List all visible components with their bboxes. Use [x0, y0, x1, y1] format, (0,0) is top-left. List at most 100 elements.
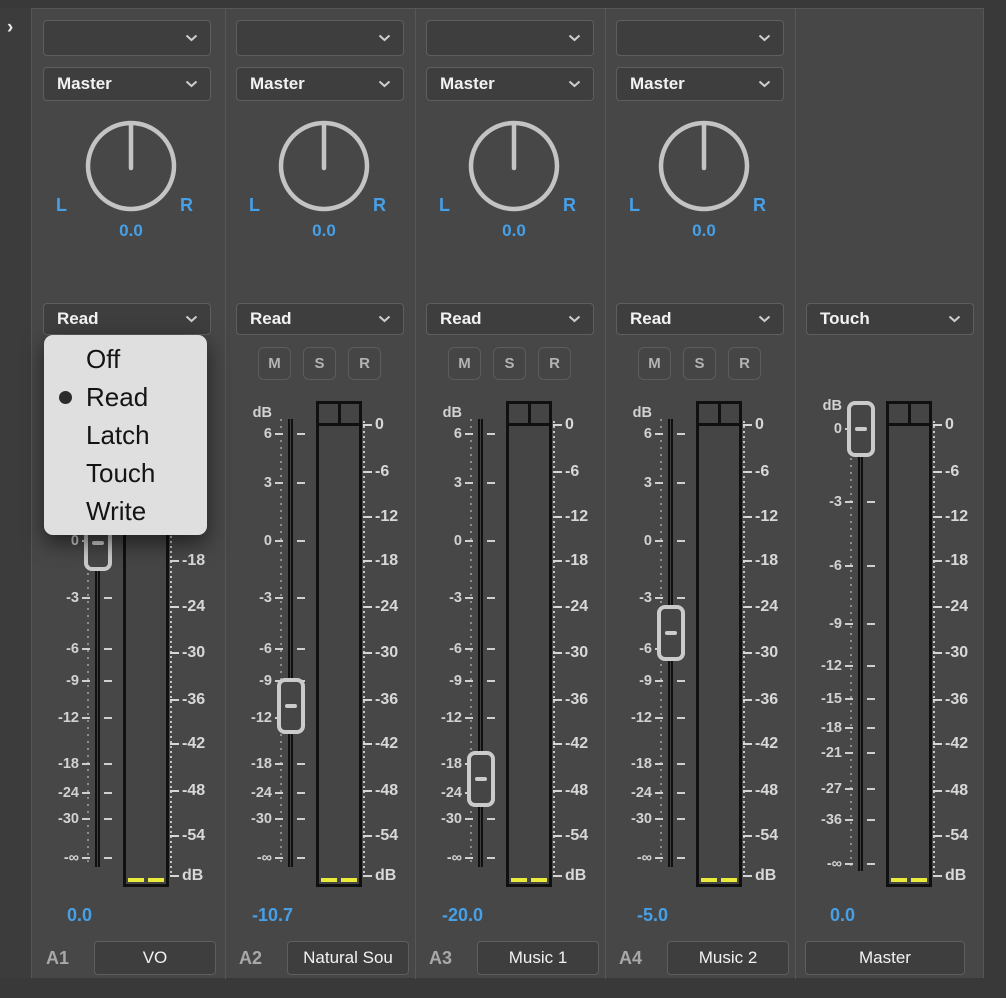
mute-button[interactable]: M	[258, 347, 291, 380]
fader-tick	[297, 597, 305, 599]
level-meter	[506, 401, 552, 887]
automation-mode-dropdown[interactable]: Read	[236, 303, 404, 335]
meter-scale-label: -12	[565, 507, 588, 527]
fader-scale-label: -9	[417, 672, 462, 690]
output-assign-dropdown[interactable]: Master	[236, 67, 404, 101]
input-assign-dropdown[interactable]	[616, 20, 784, 56]
fader-scale-label: -∞	[607, 849, 652, 867]
automation-mode-dropdown-value: Read	[57, 309, 99, 329]
volume-value[interactable]: -5.0	[610, 905, 695, 926]
menu-item-latch[interactable]: Latch	[44, 416, 207, 454]
input-assign-dropdown[interactable]	[236, 20, 404, 56]
pan-value[interactable]: 0.0	[454, 221, 574, 241]
mute-button[interactable]: M	[448, 347, 481, 380]
pan-knob[interactable]	[83, 118, 179, 214]
fader-track[interactable]	[288, 419, 293, 867]
track-name-field[interactable]: VO	[94, 941, 216, 975]
meter-scale-label: -18	[182, 551, 205, 571]
meter-scale-label: -18	[755, 551, 778, 571]
fader-handle-grip	[665, 631, 677, 635]
track-name-field[interactable]: Music 2	[667, 941, 789, 975]
meter-scale-label: -42	[375, 734, 398, 754]
record-arm-button[interactable]: R	[538, 347, 571, 380]
pan-knob[interactable]	[466, 118, 562, 214]
meter-scale-label: -48	[945, 781, 968, 801]
volume-fader-handle[interactable]	[467, 751, 495, 807]
pan-right-label: R	[753, 195, 766, 216]
volume-value[interactable]: 0.0	[37, 905, 122, 926]
menu-item-write[interactable]: Write	[44, 492, 207, 530]
track-name-field[interactable]: Music 1	[477, 941, 599, 975]
fader-scale-label: -27	[797, 780, 842, 798]
fader-track[interactable]	[858, 409, 863, 871]
meter-minor-ticks	[743, 421, 745, 877]
meter-scale-label: -18	[945, 551, 968, 571]
meter-level-left	[891, 878, 907, 882]
solo-button[interactable]: S	[683, 347, 716, 380]
fader-scale-label: -21	[797, 744, 842, 762]
solo-button[interactable]: S	[303, 347, 336, 380]
pan-knob[interactable]	[656, 118, 752, 214]
menu-item-touch[interactable]: Touch	[44, 454, 207, 492]
meter-level-left	[128, 878, 144, 882]
meter-scale-label: -36	[945, 690, 968, 710]
volume-fader-handle[interactable]	[277, 678, 305, 734]
meter-scale-label: -18	[565, 551, 588, 571]
volume-value[interactable]: 0.0	[800, 905, 885, 926]
fader-tick	[867, 788, 875, 790]
strip-divider	[225, 9, 226, 979]
automation-mode-dropdown[interactable]: Read	[616, 303, 784, 335]
volume-fader-handle[interactable]	[847, 401, 875, 457]
chevron-down-icon	[378, 315, 391, 323]
fader-scale-label: 0	[227, 532, 272, 550]
pan-value[interactable]: 0.0	[644, 221, 764, 241]
panel-expand-chevron-icon[interactable]: ›	[7, 18, 25, 38]
meter-channel-divider	[718, 404, 721, 423]
meter-scale-label: 0	[565, 415, 574, 435]
meter-tick	[363, 424, 372, 426]
fader-scale-label: 6	[227, 425, 272, 443]
track-name-field[interactable]: Master	[805, 941, 965, 975]
input-assign-dropdown[interactable]	[426, 20, 594, 56]
meter-scale-label: -42	[182, 734, 205, 754]
solo-button[interactable]: S	[493, 347, 526, 380]
meter-tick	[553, 875, 562, 877]
menu-item-read[interactable]: Read	[44, 378, 207, 416]
pan-knob[interactable]	[276, 118, 372, 214]
volume-fader-handle[interactable]	[657, 605, 685, 661]
automation-mode-dropdown[interactable]: Read	[426, 303, 594, 335]
meter-tick	[743, 516, 752, 518]
menu-item-off[interactable]: Off	[44, 340, 207, 378]
fader-tick	[677, 680, 685, 682]
volume-value[interactable]: -10.7	[230, 905, 315, 926]
volume-value[interactable]: -20.0	[420, 905, 505, 926]
pan-value[interactable]: 0.0	[71, 221, 191, 241]
meter-tick	[363, 560, 372, 562]
output-assign-dropdown[interactable]: Master	[426, 67, 594, 101]
fader-scale-label: -24	[34, 784, 79, 802]
meter-minor-ticks	[363, 421, 365, 877]
fader-tick	[487, 433, 495, 435]
fader-tick	[867, 819, 875, 821]
record-arm-button[interactable]: R	[728, 347, 761, 380]
record-arm-button[interactable]: R	[348, 347, 381, 380]
meter-tick	[170, 835, 179, 837]
meter-level-left	[511, 878, 527, 882]
meter-scale-label: dB	[755, 866, 776, 886]
automation-mode-dropdown[interactable]: Read	[43, 303, 211, 335]
track-name-field[interactable]: Natural Sou	[287, 941, 409, 975]
output-assign-dropdown[interactable]: Master	[43, 67, 211, 101]
mute-button[interactable]: M	[638, 347, 671, 380]
input-assign-dropdown[interactable]	[43, 20, 211, 56]
pan-value[interactable]: 0.0	[264, 221, 384, 241]
meter-channel-divider	[528, 404, 531, 423]
output-assign-dropdown[interactable]: Master	[616, 67, 784, 101]
meter-scale-label: -54	[755, 826, 778, 846]
chevron-down-icon	[185, 34, 198, 42]
fader-scale-label: -∞	[797, 855, 842, 873]
meter-scale-label: -30	[945, 643, 968, 663]
fader-scale-label: -36	[797, 811, 842, 829]
automation-mode-dropdown[interactable]: Touch	[806, 303, 974, 335]
fader-scale-label: 3	[607, 474, 652, 492]
meter-tick	[363, 875, 372, 877]
